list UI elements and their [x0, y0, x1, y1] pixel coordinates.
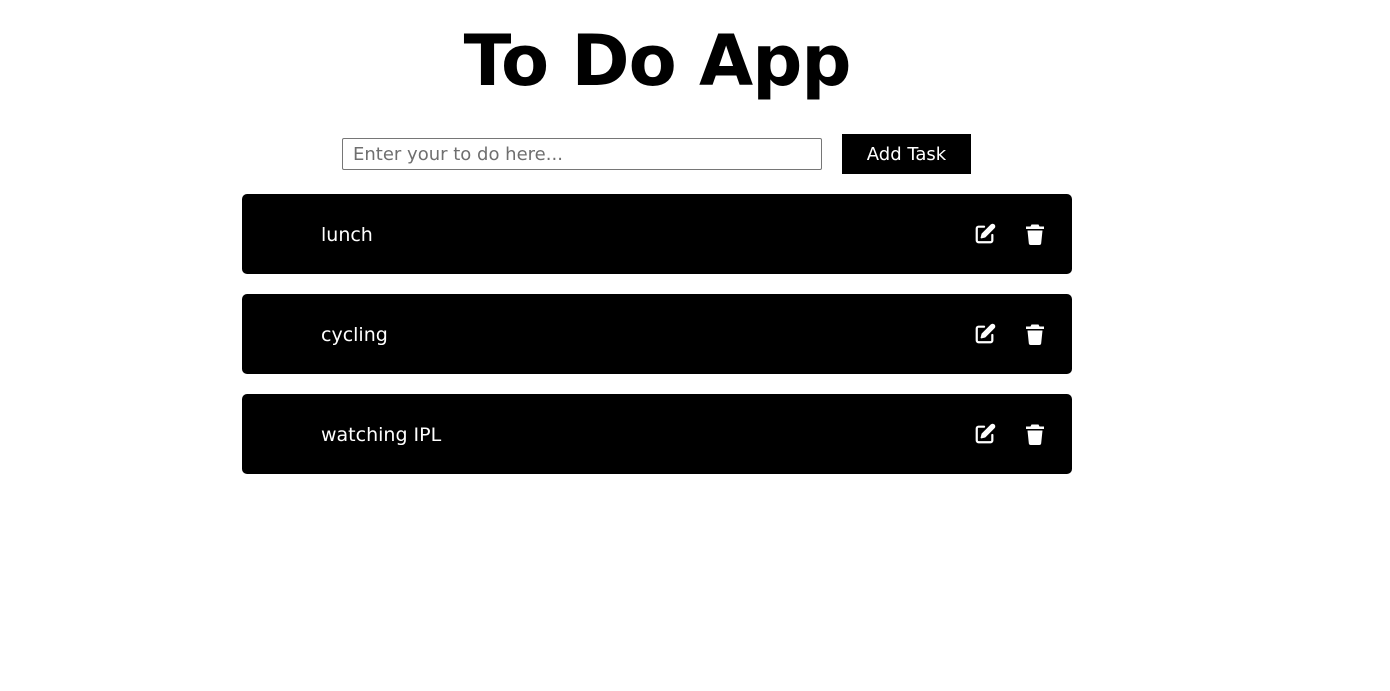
trash-icon[interactable] [1023, 322, 1047, 346]
add-task-button[interactable]: Add Task [842, 134, 971, 174]
task-text: lunch [321, 224, 373, 246]
edit-icon[interactable] [973, 222, 997, 246]
task-list: lunch cycling watching IPL [242, 194, 1072, 494]
trash-icon[interactable] [1023, 422, 1047, 446]
task-text: watching IPL [321, 424, 442, 446]
task-item: watching IPL [242, 394, 1072, 474]
page-title: To Do App [463, 20, 852, 102]
task-text: cycling [321, 324, 388, 346]
task-item: cycling [242, 294, 1072, 374]
edit-icon[interactable] [973, 322, 997, 346]
trash-icon[interactable] [1023, 222, 1047, 246]
todo-app: To Do App Add Task lunch cycling [0, 0, 1390, 691]
task-item: lunch [242, 194, 1072, 274]
todo-input[interactable] [342, 138, 822, 170]
edit-icon[interactable] [973, 422, 997, 446]
